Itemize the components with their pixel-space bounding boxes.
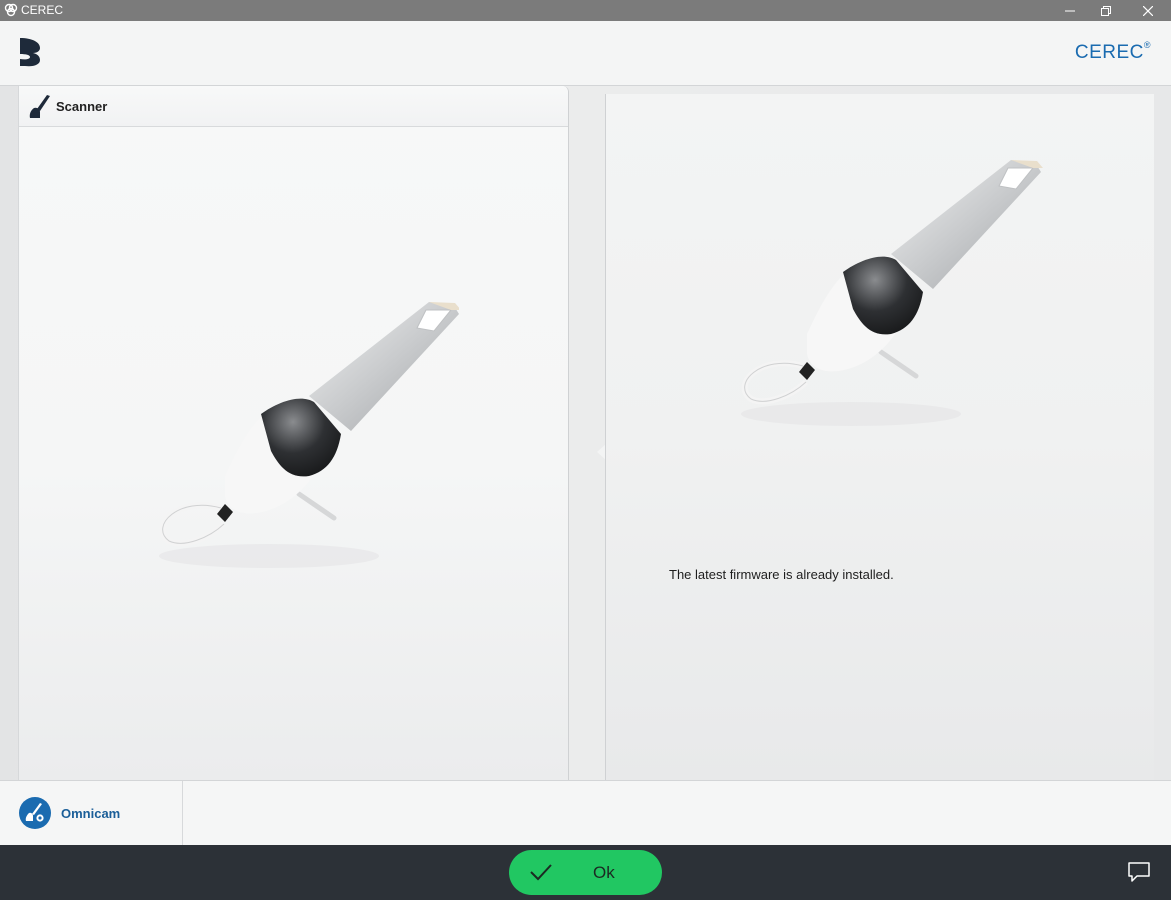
device-name: Omnicam	[61, 806, 121, 821]
scanner-panel: Scanner	[18, 86, 569, 780]
scanner-panel-header: Scanner	[19, 86, 568, 127]
ok-button[interactable]: Ok	[509, 850, 662, 895]
app-header: CEREC®	[0, 21, 1171, 86]
firmware-panel: The latest firmware is already installed…	[605, 94, 1154, 780]
main-area: Scanner The latest firmware is already i…	[0, 86, 1171, 780]
chat-icon[interactable]	[1127, 861, 1151, 883]
minimize-button[interactable]	[1052, 0, 1088, 21]
cerec-app-icon	[4, 3, 18, 17]
restore-icon	[1101, 5, 1111, 16]
scanner-icon	[29, 95, 50, 118]
device-selector[interactable]: Omnicam	[0, 781, 183, 846]
scanner-image	[159, 302, 459, 568]
close-icon	[1143, 5, 1153, 16]
action-bar: Ok	[0, 845, 1171, 900]
dentsply-logo-icon	[20, 38, 40, 67]
minimize-icon	[1065, 10, 1075, 11]
restore-button[interactable]	[1088, 0, 1124, 21]
device-bar: Omnicam	[0, 780, 1171, 846]
window-title: CEREC	[21, 3, 64, 17]
scanner-panel-title: Scanner	[56, 99, 108, 114]
omnicam-settings-icon	[19, 797, 51, 829]
scanner-large-image	[741, 160, 1043, 426]
ok-button-label: Ok	[593, 863, 615, 882]
brand-name: CEREC	[1074, 42, 1144, 63]
checkmark-icon	[530, 864, 552, 881]
close-button[interactable]	[1130, 0, 1166, 21]
firmware-status-message: The latest firmware is already installed…	[669, 567, 894, 582]
window-titlebar: CEREC	[0, 0, 1171, 21]
brand-mark: ®	[1143, 40, 1151, 50]
brand-title: CEREC®	[1074, 40, 1151, 64]
